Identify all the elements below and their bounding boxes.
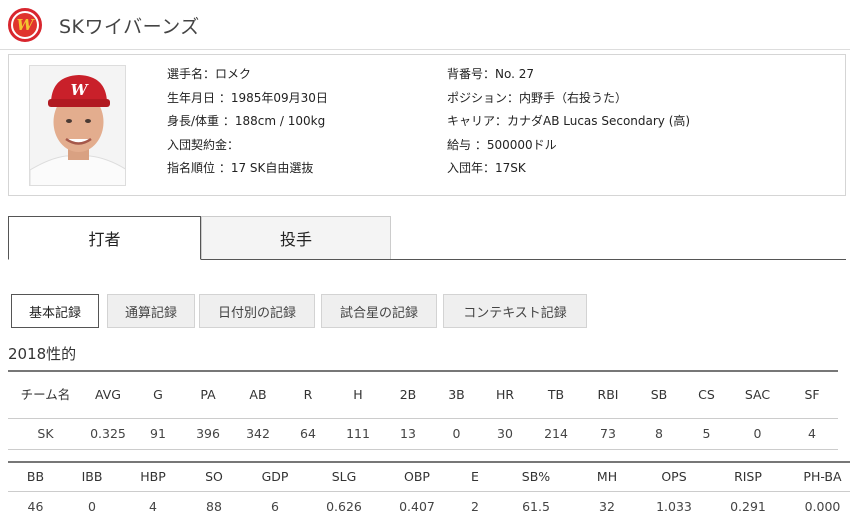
team-header: W SKワイバーンズ	[8, 8, 200, 42]
team-name: SKワイバーンズ	[59, 15, 200, 38]
table-cell: 0	[729, 418, 786, 450]
col-header: HBP	[121, 462, 185, 492]
header-divider	[0, 49, 850, 50]
stats-table-extended: BB IBB HBP SO GDP SLG OBP E SB% MH OPS R…	[8, 461, 850, 522]
col-header: 2B	[383, 371, 433, 419]
subtab-game-record[interactable]: 試合星の記録	[321, 294, 437, 328]
col-header: MH	[575, 462, 639, 492]
table-cell: 6	[271, 499, 279, 515]
svg-text:W: W	[71, 81, 90, 99]
col-header: SLG	[307, 462, 381, 492]
col-header: R	[283, 371, 333, 419]
table-header-row: BB IBB HBP SO GDP SLG OBP E SB% MH OPS R…	[8, 462, 850, 492]
tab-pitcher[interactable]: 投手	[201, 216, 391, 259]
profile-salary: 給与 ：500000ドル	[447, 137, 557, 152]
table-cell: SK	[8, 418, 83, 450]
table-cell: 0	[433, 418, 480, 450]
table-row: 46 0 4 88 6 0.626 0.407 2 61.5 32 1.033 …	[8, 491, 850, 522]
col-header: AVG	[83, 371, 133, 419]
player-photo: W	[29, 65, 126, 186]
table-cell: 111	[333, 418, 383, 450]
col-header: OPS	[639, 462, 709, 492]
subtab-daily-record[interactable]: 日付別の記録	[199, 294, 315, 328]
col-header: AB	[233, 371, 283, 419]
table-cell: 13	[383, 418, 433, 450]
player-profile: W 選手名：ロメク 生年月日 ：1985年09月30日 身長/体重 ：188cm…	[8, 54, 846, 196]
table-cell: 4	[786, 418, 838, 450]
profile-uniform-number: 背番号：No. 27	[447, 67, 535, 81]
table-cell: 0.626	[326, 499, 362, 515]
table-cell: 0.291	[730, 499, 766, 515]
profile-left-column: 選手名：ロメク 生年月日 ：1985年09月30日 身長/体重 ：188cm /…	[167, 66, 328, 184]
team-logo[interactable]: W	[8, 8, 42, 42]
col-header: G	[133, 371, 183, 419]
col-header: H	[333, 371, 383, 419]
col-header: E	[453, 462, 497, 492]
col-header: SB%	[497, 462, 575, 492]
team-logo-letter: W	[13, 13, 37, 37]
table-cell: 0.325	[83, 418, 133, 450]
col-header: HR	[480, 371, 530, 419]
table-cell: 1.033	[656, 499, 692, 515]
table-cell: 88	[206, 499, 222, 515]
col-header: GDP	[243, 462, 307, 492]
col-header: BB	[8, 462, 63, 492]
table-cell: 32	[599, 499, 615, 515]
table-cell: 2	[471, 499, 479, 515]
col-header: SB	[634, 371, 684, 419]
col-header: OBP	[381, 462, 453, 492]
tab-batter[interactable]: 打者	[8, 216, 201, 260]
section-title: 2018性的	[8, 345, 77, 363]
col-header: SO	[185, 462, 243, 492]
subtab-basic-record[interactable]: 基本記録	[11, 294, 99, 328]
profile-signing-bonus: 入団契約金：	[167, 137, 240, 152]
table-cell: 46	[27, 499, 44, 515]
col-header: TB	[530, 371, 582, 419]
table-cell: 0	[88, 499, 96, 515]
col-header: CS	[684, 371, 729, 419]
table-cell: 396	[183, 418, 233, 450]
table-cell: 5	[684, 418, 729, 450]
player-photo-image: W	[30, 66, 125, 185]
table-row: SK 0.325 91 396 342 64 111 13 0 30 214 7…	[8, 418, 838, 450]
table-cell: 64	[283, 418, 333, 450]
profile-position: ポジション：内野手（右投うた）	[447, 90, 628, 105]
subtab-career-record[interactable]: 通算記録	[107, 294, 195, 328]
table-cell: 91	[133, 418, 183, 450]
profile-right-column: 背番号：No. 27 ポジション：内野手（右投うた） キャリア：カナダAB Lu…	[447, 66, 690, 184]
profile-player-name: 選手名：ロメク	[167, 67, 252, 81]
profile-birthdate: 生年月日 ：1985年09月30日	[167, 90, 328, 105]
player-type-tabs: 打者 投手	[8, 216, 846, 260]
stats-table-main: チーム名 AVG G PA AB R H 2B 3B HR TB RBI SB …	[8, 370, 838, 450]
col-header: IBB	[63, 462, 121, 492]
table-cell: 61.5	[522, 499, 550, 515]
table-cell: 30	[480, 418, 530, 450]
table-header-row: チーム名 AVG G PA AB R H 2B 3B HR TB RBI SB …	[8, 371, 838, 419]
col-header: SAC	[729, 371, 786, 419]
table-cell: 214	[530, 418, 582, 450]
subtab-context-record[interactable]: コンテキスト記録	[443, 294, 587, 328]
col-header: PH-BA	[787, 462, 850, 492]
table-cell: 4	[149, 499, 157, 515]
col-header: RBI	[582, 371, 634, 419]
col-header: チーム名	[8, 371, 83, 419]
profile-join-year: 入団年：17SK	[447, 161, 526, 175]
col-header: PA	[183, 371, 233, 419]
table-cell: 73	[582, 418, 634, 450]
table-cell: 0.000	[804, 499, 841, 515]
profile-height-weight: 身長/体重 ：188cm / 100kg	[167, 114, 326, 128]
table-cell: 0.407	[399, 499, 435, 515]
profile-draft-rank: 指名順位 ：17 SK自由選抜	[167, 161, 314, 175]
table-cell: 8	[634, 418, 684, 450]
profile-career: キャリア：カナダAB Lucas Secondary (高)	[447, 114, 691, 128]
col-header: RISP	[709, 462, 787, 492]
col-header: 3B	[433, 371, 480, 419]
table-cell: 342	[233, 418, 283, 450]
col-header: SF	[786, 371, 838, 419]
